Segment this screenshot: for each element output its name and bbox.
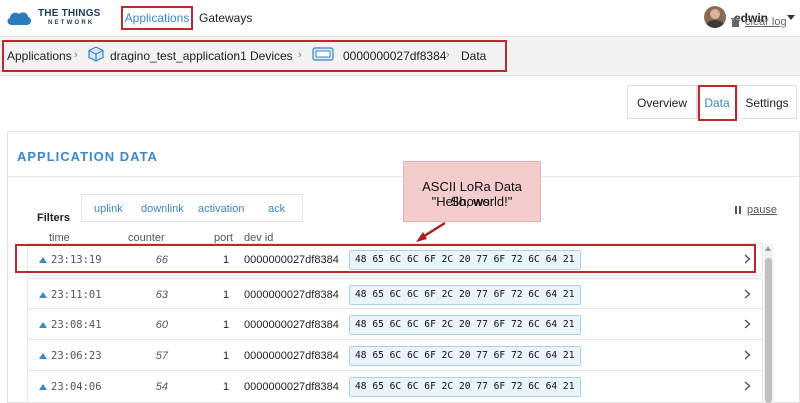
clear-log-button[interactable]: clear log xyxy=(731,16,787,28)
device-icon xyxy=(312,47,334,61)
annotation-callout: ASCII LoRa Data Shows: "Hello, world!" xyxy=(403,161,541,222)
logo-subtext: NETWORK xyxy=(48,20,95,26)
tab-settings[interactable]: Settings xyxy=(737,85,797,119)
annotation-line-2: "Hello, world!" xyxy=(431,194,513,209)
row-time: 23:06:23 xyxy=(51,350,102,362)
filter-ack[interactable]: ack xyxy=(268,203,285,215)
uplink-icon xyxy=(39,322,47,328)
filters-label: Filters xyxy=(37,212,71,224)
row-counter: 54 xyxy=(155,381,168,393)
filter-uplink[interactable]: uplink xyxy=(94,203,123,215)
row-highlight xyxy=(15,244,756,273)
chevron-down-icon xyxy=(787,15,795,20)
row-time: 23:08:41 xyxy=(51,319,102,331)
chevron-right-icon xyxy=(744,350,751,360)
logo-text: THE THINGS xyxy=(38,8,101,19)
breadcrumb-data[interactable]: Data xyxy=(461,49,486,63)
row-dev-id: 0000000027df8384 xyxy=(244,289,339,301)
clear-log-label: clear log xyxy=(745,16,787,28)
ttn-logo[interactable]: THE THINGS NETWORK xyxy=(6,6,106,30)
row-dev-id: 0000000027df8384 xyxy=(244,319,339,331)
row-dev-id: 0000000027df8384 xyxy=(244,381,339,393)
table-row[interactable]: 23:04:06 54 1 0000000027df8384 48 65 6C … xyxy=(27,370,763,403)
tab-overview[interactable]: Overview xyxy=(627,85,697,119)
row-port: 1 xyxy=(223,289,230,301)
pause-button[interactable]: pause xyxy=(735,204,777,216)
chevron-right-icon xyxy=(744,381,751,391)
row-dev-id: 0000000027df8384 xyxy=(244,350,339,362)
table-row[interactable]: 23:06:23 57 1 0000000027df8384 48 65 6C … xyxy=(27,339,763,372)
tab-data-highlight xyxy=(698,85,737,121)
breadcrumb-devices[interactable]: Devices xyxy=(250,49,293,63)
row-time: 23:04:06 xyxy=(51,381,102,393)
scrollbar[interactable] xyxy=(764,244,773,403)
row-counter: 63 xyxy=(155,289,168,301)
breadcrumb-applications[interactable]: Applications xyxy=(7,49,72,63)
row-payload: 48 65 6C 6C 6F 2C 20 77 6F 72 6C 64 21 xyxy=(349,315,581,335)
breadcrumb-device-id[interactable]: 0000000027df8384 xyxy=(343,49,446,63)
cloud-logo-icon xyxy=(7,12,31,25)
table-row[interactable]: 23:08:41 60 1 0000000027df8384 48 65 6C … xyxy=(27,308,763,341)
uplink-icon xyxy=(39,384,47,390)
chevron-right-icon: › xyxy=(74,49,78,61)
table-row[interactable]: 23:11:01 63 1 0000000027df8384 48 65 6C … xyxy=(27,278,763,311)
row-port: 1 xyxy=(223,381,230,393)
row-port: 1 xyxy=(223,319,230,331)
nav-applications[interactable]: Applications xyxy=(121,6,193,30)
filter-activation[interactable]: activation xyxy=(198,203,244,215)
chevron-right-icon: › xyxy=(234,49,238,61)
scroll-up-icon[interactable] xyxy=(765,246,771,251)
chevron-right-icon xyxy=(744,289,751,299)
row-payload: 48 65 6C 6C 6F 2C 20 77 6F 72 6C 64 21 xyxy=(349,285,581,305)
scroll-thumb[interactable] xyxy=(765,258,772,403)
row-payload: 48 65 6C 6C 6F 2C 20 77 6F 72 6C 64 21 xyxy=(349,346,581,366)
uplink-icon xyxy=(39,292,47,298)
avatar xyxy=(704,6,726,28)
chevron-right-icon xyxy=(744,319,751,329)
filter-downlink[interactable]: downlink xyxy=(141,203,184,215)
filter-group: uplink downlink activation ack xyxy=(81,194,303,222)
page-title: APPLICATION DATA xyxy=(17,149,158,164)
row-time: 23:11:01 xyxy=(51,289,102,301)
pause-label: pause xyxy=(747,204,777,216)
top-navigation: THE THINGS NETWORK Applications Gateways… xyxy=(0,0,800,36)
row-counter: 60 xyxy=(155,319,168,331)
row-payload: 48 65 6C 6C 6F 2C 20 77 6F 72 6C 64 21 xyxy=(349,377,581,397)
row-counter: 57 xyxy=(155,350,168,362)
uplink-icon xyxy=(39,353,47,359)
chevron-right-icon: › xyxy=(298,49,302,61)
chevron-right-icon: › xyxy=(446,49,450,61)
cube-icon xyxy=(88,46,104,62)
row-port: 1 xyxy=(223,350,230,362)
breadcrumb-application-name[interactable]: dragino_test_application1 xyxy=(110,49,247,63)
nav-gateways[interactable]: Gateways xyxy=(199,11,252,25)
breadcrumb: Applications › dragino_test_application1… xyxy=(0,36,800,76)
